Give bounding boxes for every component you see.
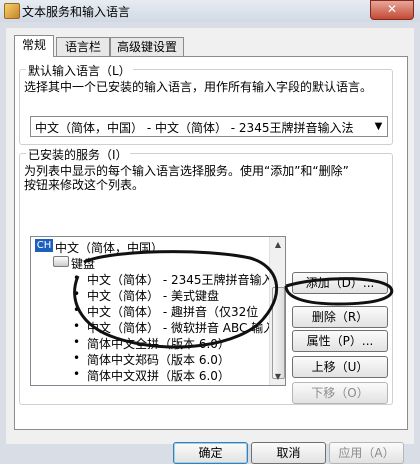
close-button[interactable]: ✕ (370, 0, 414, 20)
tree-scrollbar[interactable]: ▲ ▼ (269, 237, 285, 385)
tree-item-label: 中文（简体） - 趣拼音（仅32位 (87, 305, 259, 319)
tree-service-item[interactable]: • 简体中文全拼（版本 6.0） (73, 335, 230, 352)
scroll-down-arrow-icon[interactable]: ▼ (271, 370, 285, 384)
tree-keyboard-item[interactable]: 键盘 (53, 255, 95, 272)
installed-services-tree[interactable]: CH 中文（简体，中国） 键盘 • 中文（简体） - 2345王牌拼音输入 • … (30, 236, 286, 386)
tree-service-item[interactable]: • 中文（简体） - 趣拼音（仅32位 (73, 303, 258, 320)
window-app-icon (4, 3, 20, 19)
dialog-client-area: 常规 语言栏 高级键设置 默认输入语言（L） 选择其中一个已安装的输入语言，用作… (6, 28, 414, 464)
tree-service-item[interactable]: • 中文（简体） - 2345王牌拼音输入 (73, 271, 274, 288)
bullet-marker: • (73, 351, 81, 365)
tab-advanced-key-settings[interactable]: 高级键设置 (110, 37, 184, 56)
ok-button[interactable]: 确定 (173, 442, 248, 464)
tree-item-label: 中文（简体） - 美式键盘 (87, 289, 219, 303)
tab-language-bar[interactable]: 语言栏 (56, 37, 110, 56)
tree-language-item[interactable]: CH 中文（简体，中国） (33, 239, 163, 256)
tab-general[interactable]: 常规 (14, 35, 54, 57)
move-up-button[interactable]: 上移（U） (292, 356, 388, 378)
language-code-badge: CH (35, 239, 53, 252)
scroll-up-arrow-icon[interactable]: ▲ (271, 238, 285, 252)
bullet-marker: • (73, 319, 81, 333)
add-button[interactable]: 添加（D）... (292, 272, 388, 294)
default-language-selected: 中文（简体，中国） - 中文（简体） - 2345王牌拼音输入法 (35, 121, 354, 135)
tree-item-label: 简体中文全拼（版本 6.0） (87, 337, 230, 351)
tree-service-item[interactable]: • 中文（简体） - 美式键盘 (73, 287, 219, 304)
tree-service-item[interactable]: • 中文（简体） - 微软拼音 ABC 输入 (73, 319, 275, 336)
window-title: 文本服务和输入语言 (22, 5, 131, 19)
default-language-title: 默认输入语言（L） (26, 62, 133, 79)
default-language-description: 选择其中一个已安装的输入语言，用作所有输入字段的默认语言。 (24, 80, 373, 94)
bullet-marker: • (73, 303, 81, 317)
apply-button[interactable]: 应用（A） (329, 442, 404, 464)
tree-item-label: 简体中文双拼（版本 6.0） (87, 369, 230, 383)
bullet-marker: • (73, 287, 81, 301)
tree-item-label: 中文（简体） - 微软拼音 ABC 输入 (87, 321, 276, 335)
cancel-button[interactable]: 取消 (251, 442, 326, 464)
default-language-group: 默认输入语言（L） 选择其中一个已安装的输入语言，用作所有输入字段的默认语言。 … (19, 62, 393, 145)
properties-button[interactable]: 属性（P）... (292, 330, 388, 352)
installed-services-group: 已安装的服务（I） 为列表中显示的每个输入语言选择服务。使用“添加”和“删除” … (19, 146, 393, 405)
keyboard-icon (53, 256, 69, 267)
bullet-marker: • (73, 367, 81, 381)
tree-item-label: 中文（简体） - 2345王牌拼音输入 (87, 273, 274, 287)
installed-services-title: 已安装的服务（I） (26, 146, 130, 163)
default-language-select[interactable]: 中文（简体，中国） - 中文（简体） - 2345王牌拼音输入法 ▼ (30, 116, 388, 137)
chevron-down-icon[interactable]: ▼ (370, 117, 387, 136)
remove-button[interactable]: 删除（R） (292, 306, 388, 328)
tree-service-item[interactable]: • 简体中文双拼（版本 6.0） (73, 367, 230, 384)
tree-item-label: 键盘 (71, 257, 96, 271)
title-bar: 文本服务和输入语言 ✕ (0, 0, 420, 22)
tab-panel-general: 默认输入语言（L） 选择其中一个已安装的输入语言，用作所有输入字段的默认语言。 … (14, 56, 408, 464)
scrollbar-thumb[interactable] (272, 287, 285, 379)
bullet-marker: • (73, 271, 81, 285)
bullet-marker: • (73, 335, 81, 349)
tree-service-item[interactable]: • 简体中文郑码（版本 6.0） (73, 351, 230, 368)
installed-services-description-2: 按钮来修改这个列表。 (24, 178, 145, 192)
tree-item-label: 中文（简体，中国） (55, 241, 164, 255)
move-down-button[interactable]: 下移（O） (292, 382, 388, 404)
tree-item-label: 简体中文郑码（版本 6.0） (87, 353, 230, 367)
